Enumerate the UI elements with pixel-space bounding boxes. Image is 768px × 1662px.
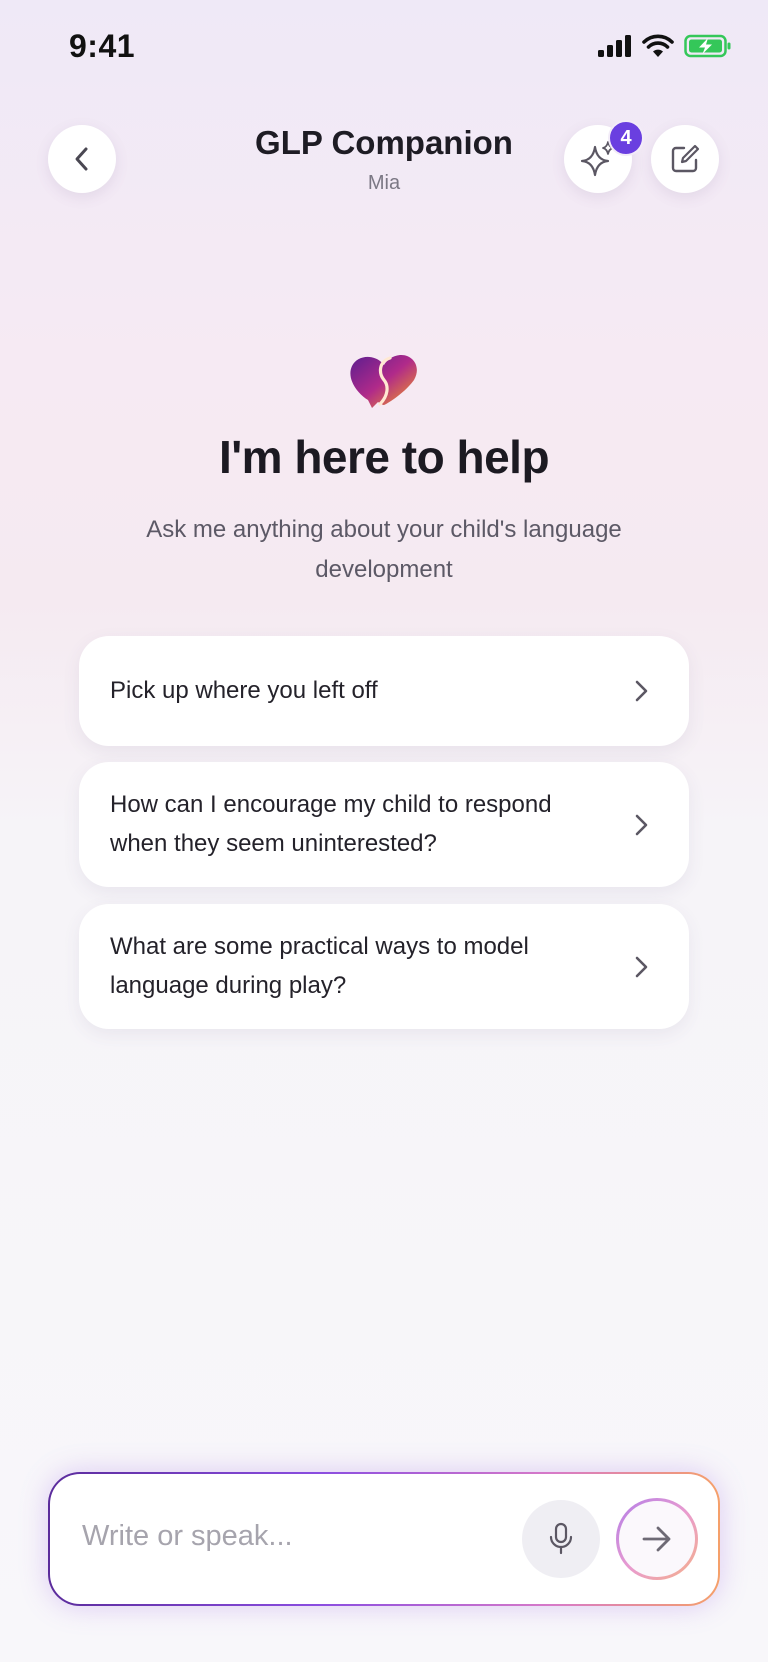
suggestion-label: Pick up where you left off [110, 677, 378, 704]
hero-subtitle: Ask me anything about your child's langu… [146, 516, 622, 583]
arrow-right-icon [642, 1526, 671, 1552]
wifi-icon [642, 34, 674, 57]
send-button-inner [619, 1501, 695, 1577]
microphone-button[interactable] [522, 1500, 600, 1578]
status-icons [598, 34, 732, 58]
composer [48, 1472, 720, 1606]
suggestion-label: What are some practical ways to model la… [110, 933, 529, 999]
heart-chat-logo [350, 354, 417, 408]
suggestion-label: How can I encourage my child to respond … [110, 791, 552, 857]
suggestion-card-resume[interactable]: Pick up where you left off [79, 636, 689, 746]
message-input[interactable] [80, 1510, 504, 1562]
compose-icon [671, 144, 700, 173]
notification-badge: 4 [608, 120, 644, 156]
microphone-icon [549, 1522, 573, 1555]
suggestion-card-encourage[interactable]: How can I encourage my child to respond … [79, 762, 689, 887]
chevron-right-icon [635, 814, 648, 836]
suggestion-card-model-language[interactable]: What are some practical ways to model la… [79, 904, 689, 1029]
chevron-right-icon [635, 680, 648, 702]
child-name: Mia [367, 172, 401, 194]
status-time: 9:41 [69, 28, 136, 64]
cellular-signal-icon [598, 35, 631, 57]
chevron-right-icon [635, 956, 648, 978]
send-button[interactable] [616, 1498, 698, 1580]
composer-box [50, 1474, 718, 1604]
hero-title: I'm here to help [218, 431, 550, 483]
new-chat-button[interactable] [651, 125, 719, 193]
status-bar: 9:41 [0, 0, 768, 100]
battery-charging-icon [684, 34, 731, 58]
